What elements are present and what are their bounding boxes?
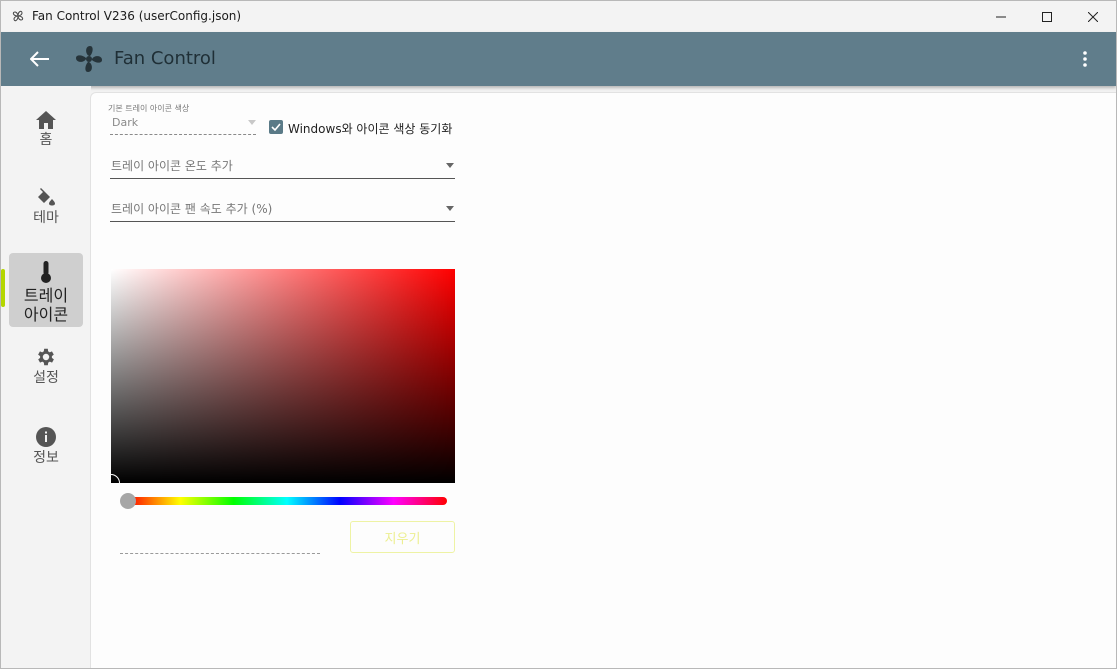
default-color-value: Dark: [112, 116, 139, 129]
gear-icon: [38, 348, 54, 366]
tray-icon-settings-panel: 기본 트레이 아이콘 색상 Dark Windows와 아이콘 색상 동기화 트…: [90, 92, 1116, 668]
fan-logo-icon: [76, 46, 102, 72]
sidebar-item-about[interactable]: 정보: [9, 426, 83, 486]
active-indicator: [1, 269, 5, 307]
minimize-button[interactable]: [978, 1, 1024, 32]
add-fan-speed-placeholder: 트레이 아이콘 팬 속도 추가 (%): [111, 202, 273, 216]
close-icon: [1088, 11, 1098, 22]
chevron-down-icon: [446, 163, 454, 168]
sidebar-item-label: 테마: [33, 210, 59, 226]
back-button[interactable]: [25, 44, 55, 74]
default-color-combo[interactable]: Dark: [110, 113, 256, 135]
hex-color-input[interactable]: [120, 553, 320, 554]
fan-app-icon: [12, 10, 24, 22]
hue-slider-thumb[interactable]: [120, 493, 136, 509]
thermometer-icon: [41, 261, 51, 283]
sidebar-item-settings[interactable]: 설정: [9, 346, 83, 406]
sync-windows-label[interactable]: Windows와 아이콘 색상 동기화: [288, 120, 452, 137]
sidebar-item-label: 홈: [39, 132, 53, 148]
app-window: Fan Control V236 (userConfig.json) Fan C…: [0, 0, 1117, 669]
maximize-button[interactable]: [1024, 1, 1070, 32]
saturation-value-area[interactable]: [111, 269, 455, 483]
maximize-icon: [1042, 11, 1052, 22]
sidebar-item-label: 설정: [33, 370, 59, 386]
sync-windows-checkbox[interactable]: [269, 120, 283, 134]
sidebar-item-label: 트레이 아이콘: [23, 286, 69, 324]
sidebar-item-label: 정보: [33, 450, 59, 466]
app-bar: Fan Control: [1, 32, 1116, 86]
clear-button[interactable]: 지우기: [350, 521, 455, 553]
sidebar-item-theme[interactable]: 테마: [9, 186, 83, 246]
home-icon: [36, 111, 56, 129]
title-bar[interactable]: Fan Control V236 (userConfig.json): [1, 1, 1116, 32]
add-fan-speed-select[interactable]: 트레이 아이콘 팬 속도 추가 (%): [110, 196, 455, 222]
add-temperature-select[interactable]: 트레이 아이콘 온도 추가: [110, 153, 455, 179]
chevron-down-icon: [446, 206, 454, 211]
chevron-down-icon: [248, 120, 256, 125]
back-arrow-icon: [30, 51, 49, 67]
add-temperature-placeholder: 트레이 아이콘 온도 추가: [111, 159, 233, 173]
select-underline: [110, 178, 455, 179]
more-vertical-icon: [1083, 51, 1087, 67]
more-options-button[interactable]: [1073, 44, 1097, 74]
color-picker-cursor[interactable]: [111, 474, 120, 483]
close-button[interactable]: [1070, 1, 1116, 32]
info-icon: [36, 427, 56, 447]
hue-slider-track[interactable]: [127, 497, 447, 505]
minimize-icon: [996, 16, 1006, 17]
window-title: Fan Control V236 (userConfig.json): [32, 9, 242, 23]
paint-bucket-icon: [38, 188, 55, 206]
select-underline: [110, 221, 455, 222]
sidebar-item-tray-icon[interactable]: 트레이 아이콘: [1, 253, 83, 327]
sidebar-item-home[interactable]: 홈: [9, 110, 83, 170]
app-title: Fan Control: [114, 48, 216, 69]
sidebar: 홈 테마 트레이 아이콘 설정 정보: [1, 86, 91, 668]
checkmark-icon: [271, 123, 281, 131]
combo-underline: [110, 134, 256, 135]
